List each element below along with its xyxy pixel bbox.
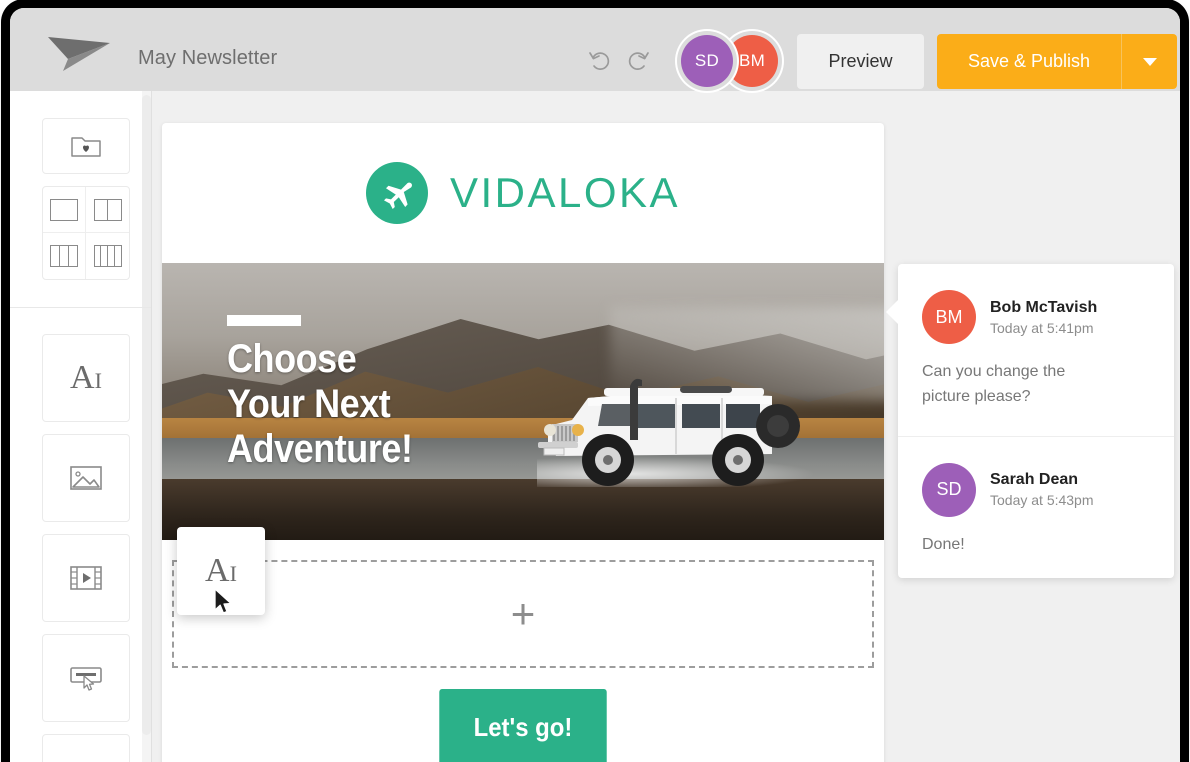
email-cta-block: Let's go! — [162, 689, 884, 762]
empty-content-drop-zone[interactable]: + — [172, 560, 874, 668]
save-publish-group: Save & Publish — [937, 34, 1177, 89]
tools-sidebar: AI — [10, 91, 152, 762]
sidebar-divider — [10, 307, 151, 308]
comment-item[interactable]: SD Sarah Dean Today at 5:43pm Done! — [898, 437, 1174, 558]
avatar-sarah-dean[interactable]: SD — [681, 35, 733, 87]
comment-author: Bob McTavish — [990, 298, 1098, 316]
hero-vehicle-illustration — [530, 368, 830, 508]
sidebar-tool-text[interactable]: AI — [42, 334, 130, 422]
comment-header: BM Bob McTavish Today at 5:41pm — [922, 290, 1150, 344]
text-ai-icon: AI — [205, 552, 237, 589]
app-window: May Newsletter SD BM Preview Save & Publ… — [10, 8, 1180, 762]
two-column-icon — [93, 198, 122, 221]
editor-canvas: VIDALOKA Choose Your Next Adventure! + L… — [152, 91, 1180, 762]
sidebar-scrollbar-thumb[interactable] — [142, 95, 151, 735]
hero-accent-bar — [227, 315, 301, 326]
sidebar-tool-image[interactable] — [42, 434, 130, 522]
video-film-icon — [70, 566, 102, 590]
email-logo-block[interactable]: VIDALOKA — [162, 123, 884, 263]
comment-timestamp: Today at 5:43pm — [990, 492, 1094, 509]
three-column-icon — [50, 245, 78, 267]
preview-button[interactable]: Preview — [797, 34, 924, 89]
button-click-icon — [70, 667, 102, 691]
sidebar-layout-picker — [42, 186, 130, 280]
comment-body: Done! — [922, 535, 965, 553]
airplane-circle-icon — [365, 162, 428, 224]
image-icon — [70, 466, 102, 490]
layout-one-column[interactable] — [43, 187, 86, 233]
layout-two-column[interactable] — [86, 187, 129, 233]
chevron-down-icon — [1142, 57, 1157, 66]
email-hero-block[interactable]: Choose Your Next Adventure! — [162, 263, 884, 540]
email-preview-card: VIDALOKA Choose Your Next Adventure! + L… — [162, 123, 884, 762]
comments-panel-tail — [886, 300, 898, 324]
save-publish-button[interactable]: Save & Publish — [937, 34, 1122, 89]
sidebar-tool-video[interactable] — [42, 534, 130, 622]
comments-panel: BM Bob McTavish Today at 5:41pm Can you … — [886, 264, 1174, 578]
layout-three-column[interactable] — [43, 233, 86, 279]
avatar-bob-mctavish[interactable]: BM — [726, 35, 778, 87]
comment-avatar: SD — [922, 462, 976, 517]
comment-author: Sarah Dean — [990, 471, 1079, 489]
sidebar-scrollbar[interactable] — [142, 91, 151, 762]
top-toolbar: May Newsletter SD BM Preview Save & Publ… — [10, 8, 1180, 91]
mouse-pointer-icon — [214, 588, 234, 616]
layout-four-column[interactable] — [86, 233, 129, 279]
one-column-icon — [50, 198, 78, 221]
publish-dropdown-button[interactable] — [1122, 34, 1177, 89]
text-ai-icon: AI — [70, 359, 102, 396]
lets-go-button[interactable]: Let's go! — [439, 689, 607, 762]
paper-plane-logo[interactable] — [38, 29, 118, 71]
comment-avatar: BM — [922, 290, 976, 344]
sidebar-tool-divider[interactable] — [42, 734, 130, 762]
email-brand-name: VIDALOKA — [449, 169, 681, 216]
comment-header: SD Sarah Dean Today at 5:43pm — [922, 462, 1150, 517]
comment-body: Can you change the picture please? — [922, 363, 1066, 405]
comment-timestamp: Today at 5:41pm — [990, 319, 1094, 336]
sidebar-tool-button[interactable] — [42, 634, 130, 722]
hero-heading: Choose Your Next Adventure! — [227, 337, 413, 471]
folder-heart-icon — [71, 137, 101, 157]
document-title: May Newsletter — [138, 47, 278, 69]
comment-item[interactable]: BM Bob McTavish Today at 5:41pm Can you … — [898, 264, 1174, 437]
redo-icon[interactable] — [625, 48, 651, 74]
four-column-icon — [93, 245, 122, 267]
sidebar-tool-saved-blocks[interactable] — [42, 118, 130, 174]
undo-icon[interactable] — [587, 48, 613, 74]
plus-icon: + — [510, 590, 536, 638]
